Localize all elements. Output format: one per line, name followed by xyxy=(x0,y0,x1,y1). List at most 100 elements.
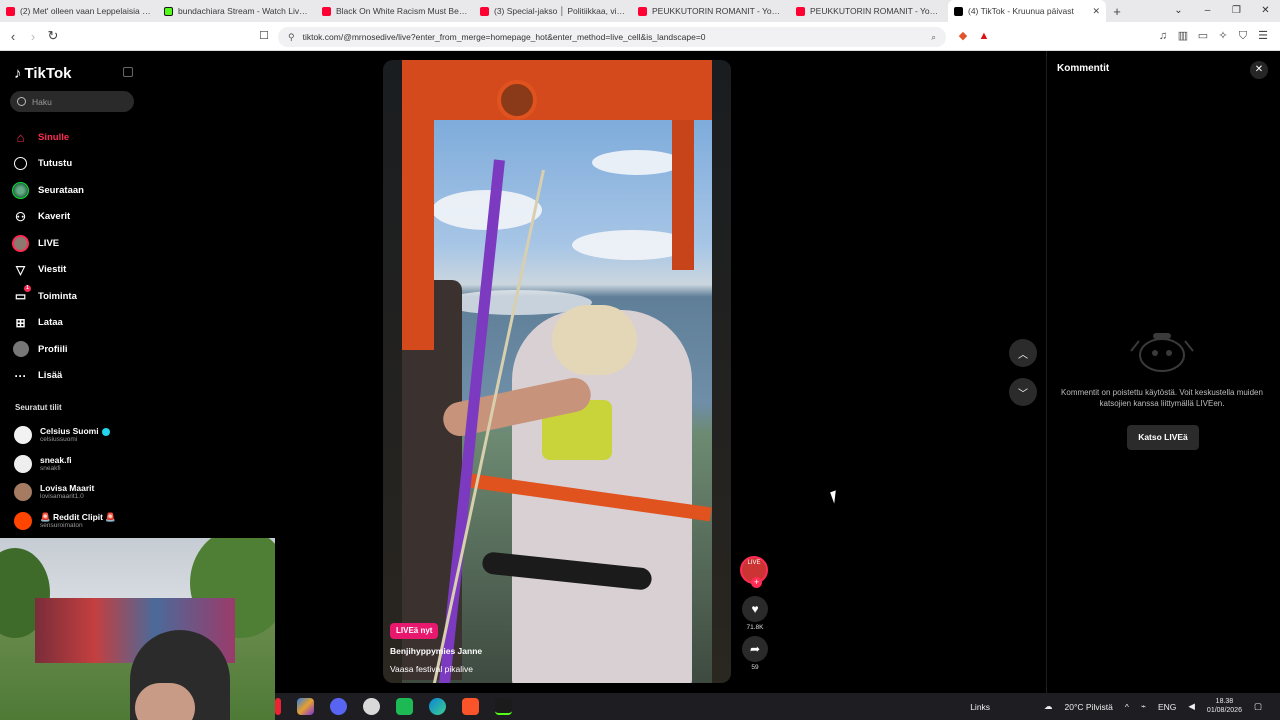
window-controls: ⌄ – ❐ ✕ xyxy=(1164,0,1280,22)
close-tab-icon[interactable]: ✕ xyxy=(1092,6,1100,17)
comments-panel: Kommentit ✕ Kommentit on poistettu käytö… xyxy=(1046,51,1280,693)
zoom-icon[interactable]: ⌕ xyxy=(931,32,936,43)
friends-icon: ⚇ xyxy=(15,209,26,224)
taskbar-copilot-icon[interactable] xyxy=(297,698,314,715)
search-input[interactable]: Haku xyxy=(10,91,134,112)
creator-avatar[interactable]: LIVE + xyxy=(740,556,768,588)
sidebar-item-label: Lataa xyxy=(38,317,63,329)
notifications-icon[interactable]: ▢ xyxy=(1254,701,1262,712)
clock[interactable]: 18.38 01/08/2026 xyxy=(1207,698,1242,715)
reload-icon[interactable]: ↻ xyxy=(43,28,63,44)
browser-tab[interactable]: PEUKKUTORIN ROMANIT - YouTube xyxy=(790,0,948,22)
sidebar-item-following-avatar[interactable]: Seurataan xyxy=(12,177,142,204)
weather-text[interactable]: 20°C Pilvistä xyxy=(1065,702,1113,712)
new-tab-button[interactable]: + xyxy=(1106,4,1128,19)
wallet-icon[interactable]: ▭ xyxy=(1195,28,1211,44)
tiktok-note-icon: ♪ xyxy=(14,65,22,82)
tab-favicon-icon xyxy=(164,6,173,16)
sidebar-item-label: Sinulle xyxy=(38,131,70,143)
following-account[interactable]: 🚨 Reddit Clipit 🚨 sensuroimaton xyxy=(14,507,144,536)
live-video-player[interactable] xyxy=(383,60,731,683)
browser-tab[interactable]: (4) TikTok - Kruunua päivast ✕ xyxy=(948,0,1106,22)
following-account[interactable]: Lovisa Maarit lovisamaarit1.0 xyxy=(14,478,144,507)
site-info-icon[interactable]: ⚲ xyxy=(288,32,295,43)
forward-icon[interactable]: › xyxy=(23,29,43,44)
sidebar-item-activity[interactable]: ▭ 1 Toiminta xyxy=(12,283,142,310)
previous-video-button[interactable]: ︿ xyxy=(1009,339,1037,367)
url-field[interactable]: ⚲ tiktok.com/@mrnosedive/live?enter_from… xyxy=(278,27,946,47)
clock-time: 18.38 xyxy=(1215,698,1234,706)
following-avatar-icon xyxy=(12,181,29,199)
taskbar-edge-icon[interactable] xyxy=(429,698,446,715)
language-indicator[interactable]: ENG xyxy=(1158,702,1176,712)
watch-live-button[interactable]: Katso LIVEä xyxy=(1127,425,1199,450)
network-icon[interactable]: ⌁ xyxy=(1141,701,1146,712)
video-frame xyxy=(402,60,712,683)
taskbar-kick-icon[interactable] xyxy=(495,698,512,715)
compass-icon xyxy=(12,155,29,172)
browser-tab[interactable]: bundachiara Stream - Watch Live on xyxy=(158,0,316,22)
media-icon[interactable]: ♫ xyxy=(1155,28,1171,44)
taskbar-brave-icon[interactable] xyxy=(462,698,479,715)
notification-badge: 1 xyxy=(24,284,31,292)
video-author[interactable]: Benjihyppymies Janne xyxy=(390,646,482,656)
tab-search-icon[interactable]: ⌄ xyxy=(1164,0,1193,22)
menu-icon[interactable]: ☰ xyxy=(1255,28,1271,44)
collapse-sidebar-icon[interactable] xyxy=(123,67,133,77)
close-comments-button[interactable]: ✕ xyxy=(1250,61,1268,79)
close-window-icon[interactable]: ✕ xyxy=(1251,0,1280,22)
tab-title: PEUKKUTORIN ROMANIT - YouTube xyxy=(810,6,942,16)
avatar xyxy=(14,511,32,530)
follow-plus-icon[interactable]: + xyxy=(751,577,762,588)
taskbar-app-green-icon[interactable] xyxy=(396,698,413,715)
address-bar-row: ‹ › ↻ ☐ ⚲ tiktok.com/@mrnosedive/live?en… xyxy=(0,22,1280,51)
following-account[interactable]: Celsius Suomi celsiussuomi xyxy=(14,421,144,450)
tab-title: PEUKKUTORIN ROMANIT - YouTube xyxy=(652,6,784,16)
tab-list: (2) Met' olleen vaan Leppelaisia (20 bund… xyxy=(0,0,1106,22)
minimize-icon[interactable]: – xyxy=(1193,0,1222,22)
taskbar-discord-icon[interactable] xyxy=(330,698,347,715)
live-icon xyxy=(12,234,29,252)
brave-shields-icon[interactable]: ◆ xyxy=(955,28,971,44)
sidebar-item-home[interactable]: ⌂ Sinulle xyxy=(12,124,142,151)
sidebar-item-friends[interactable]: ⚇ Kaverit xyxy=(12,204,142,231)
vpn-icon[interactable]: ⛉ xyxy=(1235,28,1251,44)
share-button[interactable]: ➦ xyxy=(742,636,768,662)
sidebar-item-upload[interactable]: ⊞ Lataa xyxy=(12,310,142,337)
avatar-live-label: LIVE xyxy=(747,560,761,566)
sidebar-nav: ⌂ Sinulle Tutustu Seurataan ⚇ Kaverit LIVE ▽ Vie… xyxy=(12,124,142,389)
back-icon[interactable]: ‹ xyxy=(3,29,23,44)
maximize-icon[interactable]: ❐ xyxy=(1222,0,1251,22)
browser-tab[interactable]: (2) Met' olleen vaan Leppelaisia (20 xyxy=(0,0,158,22)
taskbar-partial-icon[interactable] xyxy=(275,698,281,715)
sidebar-toggle-icon[interactable]: ▥ xyxy=(1175,28,1191,44)
following-account[interactable]: sneak.fi sneakfi xyxy=(14,450,144,479)
brave-rewards-icon[interactable]: ▲ xyxy=(976,28,992,44)
volume-icon[interactable]: ◀ xyxy=(1188,701,1195,712)
sidebar-item-label: Toiminta xyxy=(38,290,77,302)
home-icon: ⌂ xyxy=(16,129,25,145)
like-button[interactable]: ♥ xyxy=(742,596,768,622)
next-video-button[interactable]: ﹀ xyxy=(1009,378,1037,406)
following-title: Seuratut tilit xyxy=(15,403,62,412)
sidebar-item-profile[interactable]: Profiili xyxy=(12,336,142,363)
taskbar-app-icon[interactable] xyxy=(363,698,380,715)
sidebar-item-live[interactable]: LIVE xyxy=(12,230,142,257)
browser-tab[interactable]: (3) Special-jakso │ Politiikkaa, vieran xyxy=(474,0,632,22)
live-now-badge[interactable]: LIVEä nyt xyxy=(390,623,439,639)
tiktok-logo[interactable]: ♪ TikTok xyxy=(14,65,71,82)
profile-icon xyxy=(12,341,29,358)
browser-tab-bar: (2) Met' olleen vaan Leppelaisia (20 bund… xyxy=(0,0,1280,22)
browser-tab[interactable]: PEUKKUTORIN ROMANIT - YouTube xyxy=(632,0,790,22)
leo-ai-icon[interactable]: ✧ xyxy=(1215,28,1231,44)
bookmark-icon[interactable]: ☐ xyxy=(256,28,272,44)
sidebar-item-messages[interactable]: ▽ Viestit xyxy=(12,257,142,284)
tab-favicon-icon xyxy=(6,6,15,16)
woman-hair xyxy=(552,305,637,375)
links-toolbar[interactable]: Links xyxy=(970,702,990,712)
sidebar-item-more[interactable]: ··· Lisää xyxy=(12,363,142,390)
browser-tab[interactable]: Black On White Racism Must Be ST xyxy=(316,0,474,22)
tray-chevron-icon[interactable]: ^ xyxy=(1125,702,1129,712)
sidebar-item-compass[interactable]: Tutustu xyxy=(12,151,142,178)
url-text: tiktok.com/@mrnosedive/live?enter_from_m… xyxy=(302,32,706,42)
